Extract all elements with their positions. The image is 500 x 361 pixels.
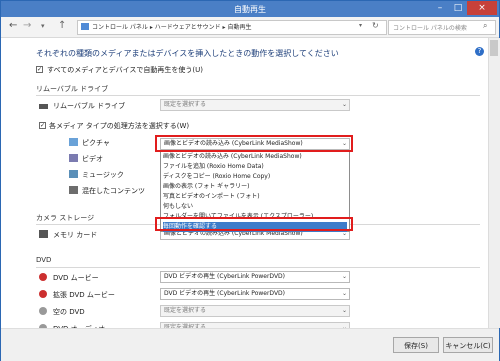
mixed-content-icon [69, 186, 78, 194]
enhanced-dvd-value: DVD ビデオの再生 (CyberLink PowerDVD) [164, 290, 286, 297]
highlight-box [155, 217, 353, 231]
removable-drive-select: 既定を選択する ⌄ [160, 99, 350, 111]
save-button[interactable]: 保存(S) [393, 337, 439, 353]
search-box[interactable]: コントロール パネルの検索 ⌕ [388, 20, 496, 35]
cancel-button[interactable]: キャンセル(C) [443, 337, 493, 353]
chevron-down-icon: ⌄ [341, 101, 347, 108]
use-autoplay-checkbox[interactable]: ✓ [36, 66, 43, 73]
address-bar[interactable]: コントロール パネル ▸ ハードウェアとサウンド ▸ 自動再生 ▾ ↻ [77, 20, 387, 35]
option-view-images[interactable]: 画像の表示 (フォト ギャラリー) [163, 182, 347, 192]
title-bar: 自動再生 – □ × [1, 1, 499, 17]
back-icon[interactable]: ← [9, 20, 17, 31]
vertical-scrollbar[interactable] [488, 38, 500, 328]
picture-icon [69, 138, 78, 146]
option-do-nothing[interactable]: 何もしない [163, 202, 347, 212]
blank-dvd-select: 既定を選択する ⌄ [160, 305, 350, 317]
option-import-media[interactable]: 画像とビデオの読み込み (CyberLink MediaShow) [163, 152, 347, 162]
removable-drive-label: リムーバブル ドライブ [53, 102, 126, 110]
forward-icon[interactable]: → [23, 20, 31, 31]
music-label: ミュージック [82, 171, 124, 179]
navigation-bar: ← → ▾ ↑ コントロール パネル ▸ ハードウェアとサウンド ▸ 自動再生 … [1, 17, 499, 38]
search-icon[interactable]: ⌕ [483, 21, 487, 31]
enhanced-dvd-icon [39, 290, 47, 298]
camera-section-title: カメラ ストレージ [36, 214, 95, 222]
autoplay-window: 自動再生 – □ × ← → ▾ ↑ コントロール パネル ▸ ハードウェアとサ… [0, 0, 500, 361]
option-add-files[interactable]: ファイルを追加 (Roxio Home Data) [163, 162, 347, 172]
dvd-movie-value: DVD ビデオの再生 (CyberLink PowerDVD) [164, 273, 286, 280]
blank-dvd-icon [39, 307, 47, 315]
mixed-content-label: 混在したコンテンツ [82, 187, 145, 195]
control-panel-icon [81, 23, 89, 30]
picture-label: ピクチャ [82, 139, 110, 147]
chevron-down-icon: ⌄ [341, 290, 347, 297]
removable-section-title: リムーバブル ドライブ [36, 85, 109, 93]
enhanced-dvd-select[interactable]: DVD ビデオの再生 (CyberLink PowerDVD) ⌄ [160, 288, 350, 300]
use-autoplay-label: すべてのメディアとデバイスで自動再生を使う(U) [47, 66, 203, 74]
per-media-checkbox[interactable]: ✓ [39, 122, 46, 129]
footer: 保存(S) キャンセル(C) [1, 328, 499, 361]
minimize-button[interactable]: – [431, 1, 449, 15]
blank-dvd-label: 空の DVD [53, 308, 85, 316]
per-media-label: 各メディア タイプの処理方法を選択する(W) [49, 122, 190, 130]
divider [36, 267, 480, 268]
option-copy-disc[interactable]: ディスクをコピー (Roxio Home Copy) [163, 172, 347, 182]
enhanced-dvd-label: 拡張 DVD ムービー [53, 291, 115, 299]
removable-drive-icon [39, 104, 48, 109]
dvd-movie-select[interactable]: DVD ビデオの再生 (CyberLink PowerDVD) ⌄ [160, 271, 350, 283]
refresh-icon[interactable]: ↻ [372, 21, 379, 30]
memory-card-label: メモリ カード [53, 231, 98, 239]
close-button[interactable]: × [467, 1, 497, 15]
divider [36, 95, 480, 96]
removable-drive-value: 既定を選択する [164, 101, 207, 108]
window-title: 自動再生 [234, 5, 266, 14]
maximize-button[interactable]: □ [449, 1, 467, 15]
help-icon[interactable]: ? [475, 47, 484, 56]
blank-dvd-value: 既定を選択する [164, 307, 207, 314]
scroll-thumb[interactable] [490, 40, 498, 56]
option-import-photos[interactable]: 写真とビデオのインポート (フォト) [163, 192, 347, 202]
music-icon [69, 170, 78, 178]
chevron-down-icon: ⌄ [341, 307, 347, 314]
up-icon[interactable]: ↑ [58, 20, 66, 31]
search-input[interactable]: コントロール パネルの検索 [393, 23, 467, 32]
address-dropdown-icon[interactable]: ▾ [359, 22, 362, 29]
dvd-movie-icon [39, 273, 47, 281]
page-heading: それぞれの種類のメディアまたはデバイスを挿入したときの動作を選択してください [36, 49, 339, 58]
dvd-movie-label: DVD ムービー [53, 274, 99, 282]
breadcrumb: コントロール パネル ▸ ハードウェアとサウンド ▸ 自動再生 [92, 24, 252, 31]
highlight-box [155, 135, 353, 152]
chevron-down-icon: ⌄ [341, 273, 347, 280]
video-icon [69, 154, 78, 162]
recent-locations-icon[interactable]: ▾ [41, 22, 45, 30]
memory-card-icon [39, 230, 48, 238]
dvd-section-title: DVD [36, 256, 52, 264]
video-label: ビデオ [82, 155, 103, 163]
